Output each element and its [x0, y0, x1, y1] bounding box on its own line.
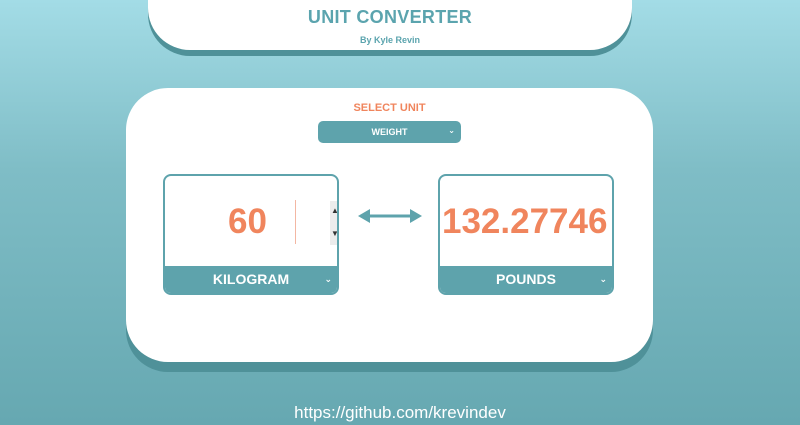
to-unit-label: POUNDS: [496, 271, 556, 287]
converter-card: SELECT UNIT WEIGHT ⌄ 60 ▲ ▼ KILOGRAM ⌄ 1…: [126, 88, 653, 362]
text-caret: [295, 200, 296, 244]
chevron-down-icon: ⌄: [599, 274, 607, 284]
spin-up-icon[interactable]: ▲: [331, 205, 337, 217]
app-author: By Kyle Revin: [359, 35, 421, 45]
select-unit-label: SELECT UNIT: [353, 102, 426, 114]
to-value-output[interactable]: 132.27746: [440, 176, 612, 268]
from-unit-label: KILOGRAM: [212, 271, 290, 287]
to-value: 132.27746: [442, 202, 608, 241]
app-title: UNIT CONVERTER: [307, 7, 473, 27]
from-unit-select[interactable]: KILOGRAM ⌄: [165, 266, 337, 293]
unit-type-select[interactable]: WEIGHT ⌄: [318, 121, 461, 143]
spin-down-icon[interactable]: ▼: [331, 228, 337, 240]
header-card: UNIT CONVERTER By Kyle Revin: [148, 0, 632, 50]
from-value-input[interactable]: 60 ▲ ▼: [165, 176, 337, 268]
to-unit-box: 132.27746 POUNDS ⌄: [438, 174, 614, 295]
to-unit-select[interactable]: POUNDS ⌄: [440, 266, 612, 293]
github-link[interactable]: https://github.com/krevindev: [0, 403, 800, 423]
number-spinner[interactable]: ▲ ▼: [330, 201, 337, 245]
chevron-down-icon: ⌄: [448, 126, 455, 135]
from-unit-box: 60 ▲ ▼ KILOGRAM ⌄: [163, 174, 339, 295]
from-value: 60: [228, 202, 267, 241]
unit-type-selected: WEIGHT: [371, 127, 408, 137]
chevron-down-icon: ⌄: [324, 274, 332, 284]
double-arrow-icon: [358, 209, 422, 223]
